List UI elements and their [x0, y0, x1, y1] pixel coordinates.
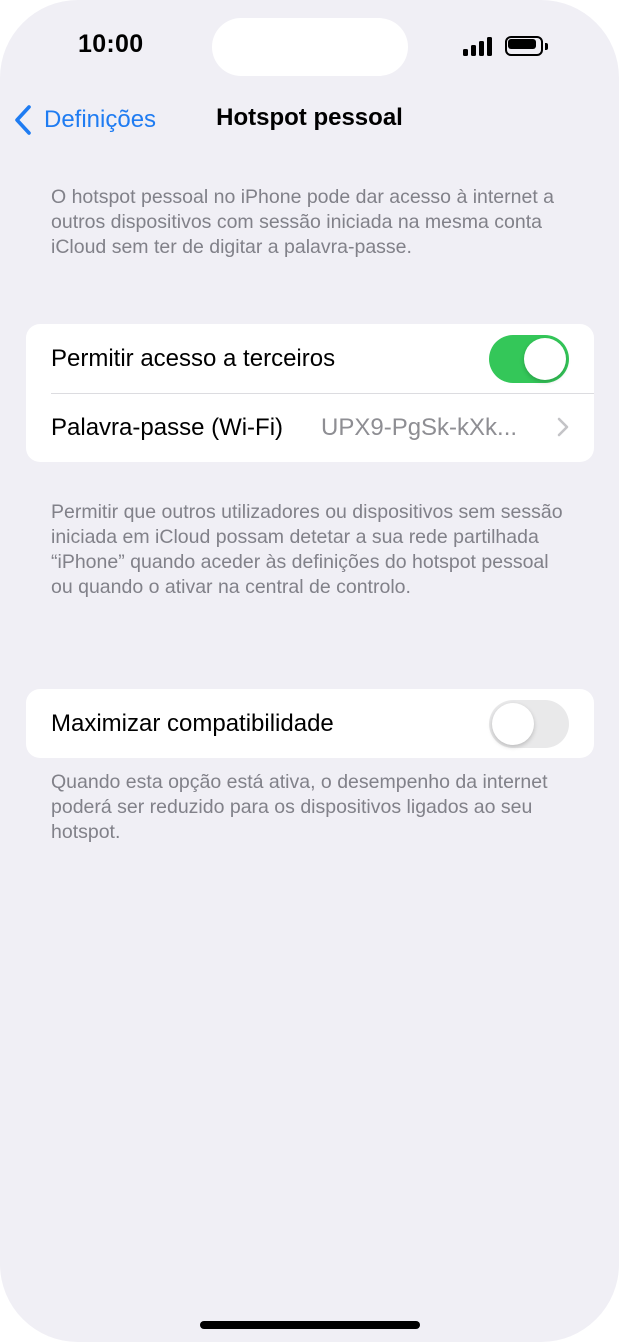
password-label: Palavra-passe (Wi-Fi)	[51, 413, 284, 441]
allow-access-label: Permitir acesso a terceiros	[51, 344, 336, 372]
intro-text: O hotspot pessoal no iPhone pode dar ace…	[51, 186, 555, 258]
allow-access-row: Permitir acesso a terceiros	[26, 324, 594, 393]
maximize-compat-row: Maximizar compatibilidade	[26, 689, 594, 758]
page-title: Hotspot pessoal	[216, 104, 403, 131]
maximize-compat-label: Maximizar compatibilidade	[51, 709, 334, 737]
signal-icon	[463, 36, 495, 56]
compatibility-group: Maximizar compatibilidade	[26, 689, 594, 758]
maximize-compat-toggle[interactable]	[489, 699, 569, 748]
password-row[interactable]: Palavra-passe (Wi-Fi) UPX9-PgSk-kXk...	[26, 393, 594, 462]
access-group: Permitir acesso a terceiros Palavra-pass…	[26, 324, 594, 462]
compatibility-footer: Quando esta opção está ativa, o desempen…	[51, 771, 548, 843]
dynamic-island	[212, 18, 408, 76]
password-value: UPX9-PgSk-kXk...	[321, 413, 518, 441]
chevron-right-icon	[557, 417, 569, 437]
access-footer: Permitir que outros utilizadores ou disp…	[51, 501, 563, 598]
battery-icon	[505, 36, 549, 56]
home-indicator[interactable]	[200, 1321, 420, 1329]
status-time: 10:00	[78, 30, 144, 58]
allow-access-toggle[interactable]	[489, 334, 569, 383]
phone-screen: 10:00 Definições Hotspot pessoal O hotsp…	[0, 0, 619, 1342]
